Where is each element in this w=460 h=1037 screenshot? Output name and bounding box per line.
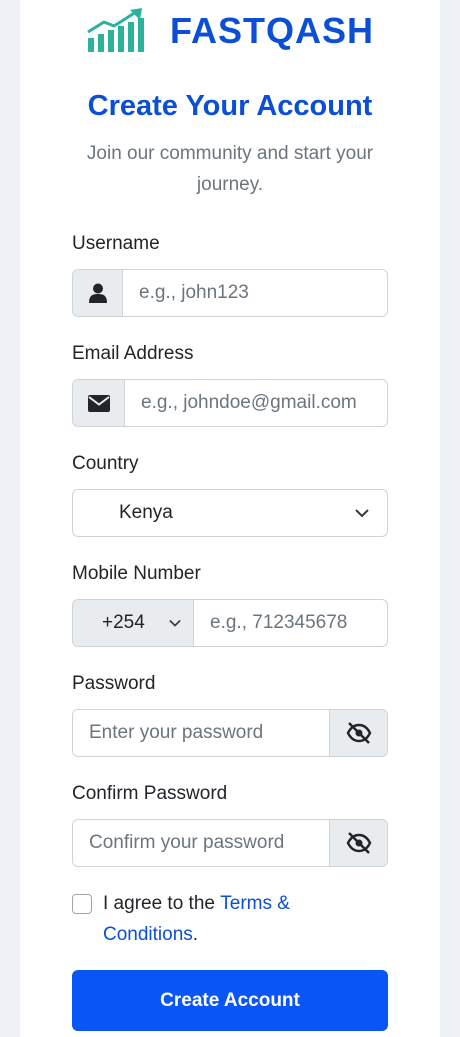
mobile-label: Mobile Number — [72, 563, 201, 584]
brand-header: FASTQASH — [20, 8, 440, 54]
password-field: Enter your password — [72, 709, 388, 757]
password-toggle-button[interactable] — [329, 710, 387, 756]
email-input[interactable]: e.g., johndoe@gmail.com — [125, 380, 387, 426]
terms-prefix: I agree to the — [103, 893, 221, 914]
page-title: Create Your Account — [87, 90, 373, 122]
brand-name: FASTQASH — [169, 10, 374, 51]
chevron-down-icon — [355, 509, 369, 518]
country-code-value: +254 — [102, 612, 145, 633]
chevron-down-icon — [169, 619, 181, 627]
confirm-password-input[interactable]: Confirm your password — [73, 820, 329, 866]
confirm-password-label: Confirm Password — [72, 783, 228, 804]
mobile-input[interactable]: e.g., 712345678 — [194, 600, 387, 646]
country-label: Country — [72, 453, 139, 474]
growth-chart-logo-icon — [87, 8, 144, 52]
email-label: Email Address — [72, 343, 194, 364]
country-select[interactable]: Kenya — [72, 489, 388, 537]
envelope-icon — [87, 394, 110, 412]
create-account-button[interactable]: Create Account — [72, 970, 388, 1031]
terms-text: I agree to the Terms & Conditions. — [103, 888, 388, 950]
signup-card: FASTQASH Create Your Account Join our co… — [20, 0, 440, 1037]
user-icon — [88, 283, 107, 303]
username-addon — [73, 270, 123, 316]
country-code-select[interactable]: +254 — [73, 600, 194, 646]
eye-slash-icon — [346, 832, 371, 854]
terms-checkbox[interactable] — [72, 894, 92, 914]
confirm-password-field: Confirm your password — [72, 819, 388, 867]
eye-slash-icon — [346, 722, 371, 744]
country-value: Kenya — [119, 502, 173, 523]
email-field[interactable]: e.g., johndoe@gmail.com — [72, 379, 388, 427]
email-addon — [73, 380, 125, 426]
password-input[interactable]: Enter your password — [73, 710, 329, 756]
username-label: Username — [72, 233, 160, 254]
page-subtitle: Join our community and start your journe… — [86, 143, 374, 195]
terms-suffix: . — [192, 924, 199, 945]
username-field[interactable]: e.g., john123 — [72, 269, 388, 317]
password-label: Password — [72, 673, 156, 694]
confirm-password-toggle-button[interactable] — [329, 820, 387, 866]
username-input[interactable]: e.g., john123 — [123, 270, 387, 316]
terms-row: I agree to the Terms & Conditions. — [72, 888, 388, 950]
mobile-field: +254 e.g., 712345678 — [72, 599, 388, 647]
